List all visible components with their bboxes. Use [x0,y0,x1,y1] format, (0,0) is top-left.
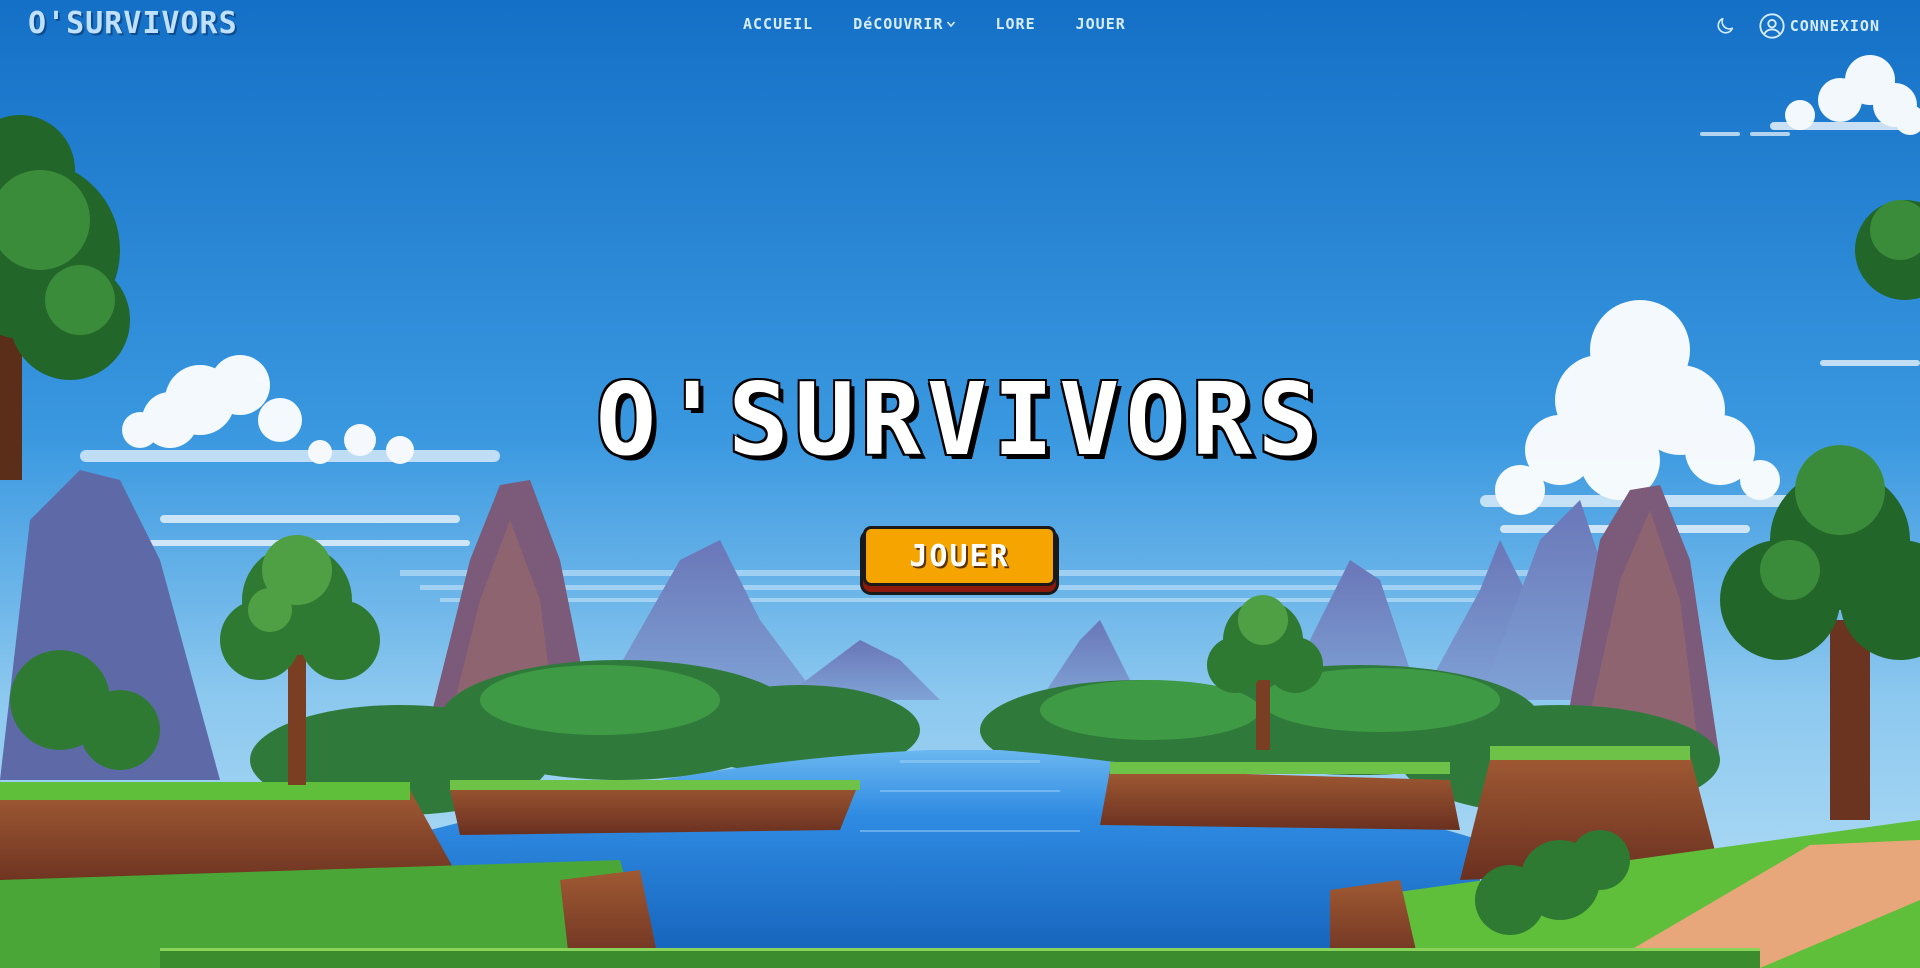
chevron-down-icon [946,21,955,28]
brand-logo[interactable]: O'SURVIVORS [28,6,238,41]
hero-title: O'SURVIVORS [595,361,1325,478]
nav-actions: CONNEXION [1712,12,1880,40]
nav-link-decouvrir[interactable]: DéCOUVRIR [853,15,955,33]
user-circle-icon [1759,13,1785,39]
theme-toggle-button[interactable] [1712,13,1738,39]
nav-link-label: ACCUEIL [743,15,814,33]
nav-links: ACCUEIL DéCOUVRIR LORE JOUER [743,15,1126,33]
nav-link-label: JOUER [1075,15,1126,33]
nav-link-lore[interactable]: LORE [996,15,1036,33]
nav-link-accueil[interactable]: ACCUEIL [743,15,813,33]
login-button[interactable]: CONNEXION [1758,12,1880,40]
nav-link-jouer[interactable]: JOUER [1076,15,1126,33]
hero-page: O'SURVIVORS ACCUEIL DéCOUVRIR LORE JOUER [0,0,1920,968]
nav-link-label: LORE [995,15,1036,33]
play-button[interactable]: JOUER [863,526,1056,586]
nav-link-label: DéCOUVRIR [853,15,944,33]
top-navbar: O'SURVIVORS ACCUEIL DéCOUVRIR LORE JOUER [0,0,1920,52]
landscape-background [0,0,1920,968]
moon-icon [1717,17,1733,34]
login-label: CONNEXION [1789,17,1880,35]
